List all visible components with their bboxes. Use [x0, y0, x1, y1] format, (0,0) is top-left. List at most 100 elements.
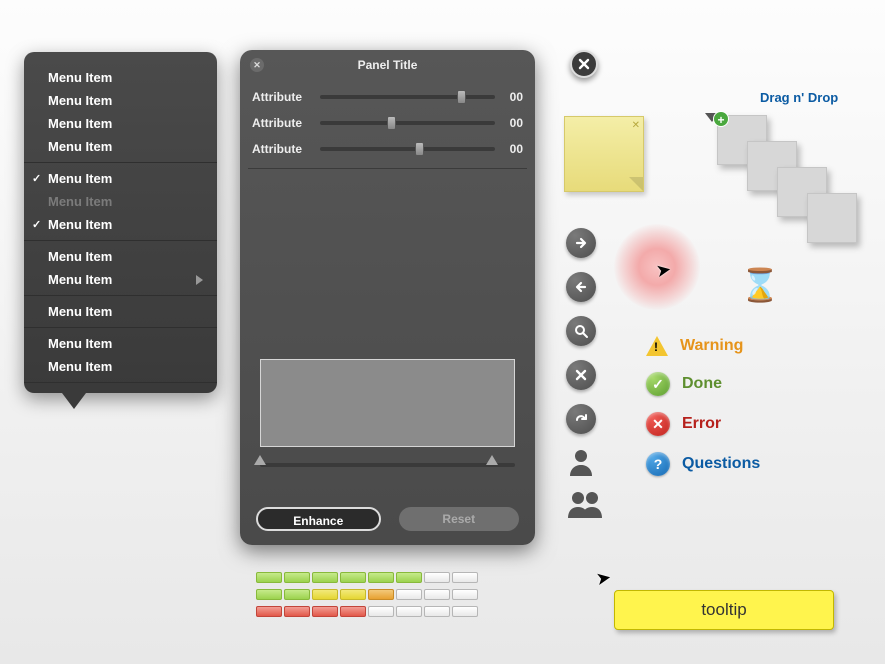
progress-bars — [256, 572, 478, 617]
progress-bar — [256, 589, 478, 600]
menu-item[interactable]: Menu Item — [24, 66, 217, 89]
error-icon: ✕ — [646, 412, 670, 436]
menu-item-checked[interactable]: Menu Item — [24, 167, 217, 190]
range-slider[interactable] — [260, 463, 515, 467]
sticky-note[interactable]: ✕ — [564, 116, 644, 192]
range-handle-high[interactable] — [486, 455, 498, 465]
status-label: Done — [682, 375, 722, 393]
drag-n-drop: Drag n' Drop + — [705, 90, 875, 249]
progress-segment — [256, 589, 282, 600]
person-icon — [566, 448, 604, 476]
search-icon — [573, 323, 589, 339]
progress-segment — [396, 606, 422, 617]
reset-button[interactable]: Reset — [399, 507, 520, 531]
search-button[interactable] — [566, 316, 596, 346]
menu-item-submenu[interactable]: Menu Item — [24, 268, 217, 291]
status-done: ✓ Done — [646, 372, 760, 396]
panel-close-button[interactable]: ✕ — [250, 58, 264, 72]
attribute-value: 00 — [503, 116, 523, 130]
menu-item[interactable]: Menu Item — [24, 135, 217, 158]
menu-item[interactable]: Menu Item — [24, 300, 217, 323]
progress-segment — [424, 572, 450, 583]
drag-card[interactable] — [807, 193, 857, 243]
menu-item[interactable]: Menu Item — [24, 89, 217, 112]
menu-item[interactable]: Menu Item — [24, 355, 217, 378]
progress-segment — [396, 589, 422, 600]
redo-icon — [573, 411, 589, 427]
attribute-row: Attribute 00 — [248, 84, 527, 110]
status-list: ! Warning ✓ Done ✕ Error ? Questions — [646, 336, 760, 476]
enhance-button[interactable]: Enhance — [256, 507, 381, 531]
submenu-arrow-icon — [196, 275, 203, 285]
preview-area — [260, 359, 515, 447]
context-menu: Menu Item Menu Item Menu Item Menu Item … — [24, 52, 217, 393]
menu-item[interactable]: Menu Item — [24, 245, 217, 268]
question-icon: ? — [646, 452, 670, 476]
progress-segment — [284, 572, 310, 583]
menu-tail — [62, 393, 86, 409]
click-ping: ➤ — [614, 224, 700, 310]
people-icon — [566, 490, 604, 518]
control-panel: ✕ Panel Title Attribute 00 Attribute 00 … — [240, 50, 535, 545]
attribute-slider[interactable] — [320, 121, 495, 125]
sticky-resize-corner[interactable] — [629, 177, 643, 191]
progress-bar — [256, 606, 478, 617]
progress-segment — [256, 606, 282, 617]
x-icon — [574, 368, 588, 382]
cursor-icon: ➤ — [654, 259, 673, 282]
progress-segment — [424, 589, 450, 600]
progress-segment — [340, 572, 366, 583]
progress-segment — [284, 606, 310, 617]
cursor-icon: ➤ — [596, 568, 611, 589]
attribute-slider[interactable] — [320, 95, 495, 99]
hourglass-icon: ⌛ — [740, 266, 780, 304]
attribute-row: Attribute 00 — [248, 110, 527, 136]
attribute-row: Attribute 00 — [248, 136, 527, 162]
add-icon: + — [713, 111, 729, 127]
window-close-button[interactable] — [570, 50, 598, 78]
progress-segment — [452, 606, 478, 617]
progress-bar — [256, 572, 478, 583]
progress-segment — [368, 572, 394, 583]
progress-segment — [340, 606, 366, 617]
progress-segment — [396, 572, 422, 583]
attribute-slider[interactable] — [320, 147, 495, 151]
arrow-left-button[interactable] — [566, 272, 596, 302]
panel-title: ✕ Panel Title — [248, 58, 527, 72]
tooltip: tooltip — [614, 590, 834, 630]
icon-column — [566, 228, 604, 518]
status-warning: ! Warning — [646, 336, 760, 356]
progress-segment — [452, 589, 478, 600]
menu-item[interactable]: Menu Item — [24, 332, 217, 355]
arrow-right-button[interactable] — [566, 228, 596, 258]
progress-segment — [368, 606, 394, 617]
progress-segment — [312, 589, 338, 600]
progress-segment — [312, 606, 338, 617]
status-label: Questions — [682, 455, 760, 473]
attribute-value: 00 — [503, 90, 523, 104]
arrow-left-icon — [574, 280, 588, 294]
range-handle-low[interactable] — [254, 455, 266, 465]
progress-segment — [424, 606, 450, 617]
redo-button[interactable] — [566, 404, 596, 434]
attribute-label: Attribute — [252, 90, 312, 104]
done-icon: ✓ — [646, 372, 670, 396]
progress-segment — [368, 589, 394, 600]
attribute-label: Attribute — [252, 116, 312, 130]
warning-icon: ! — [646, 336, 668, 356]
status-error: ✕ Error — [646, 412, 760, 436]
attribute-label: Attribute — [252, 142, 312, 156]
sticky-close-icon[interactable]: ✕ — [632, 120, 640, 131]
progress-segment — [312, 572, 338, 583]
menu-item-checked[interactable]: Menu Item — [24, 213, 217, 236]
dragndrop-title: Drag n' Drop — [760, 90, 875, 105]
progress-segment — [256, 572, 282, 583]
cancel-button[interactable] — [566, 360, 596, 390]
menu-item[interactable]: Menu Item — [24, 112, 217, 135]
attribute-value: 00 — [503, 142, 523, 156]
menu-item-disabled: Menu Item — [24, 190, 217, 213]
tooltip-text: tooltip — [701, 600, 746, 620]
status-label: Warning — [680, 337, 743, 355]
progress-segment — [452, 572, 478, 583]
close-icon — [577, 57, 591, 71]
